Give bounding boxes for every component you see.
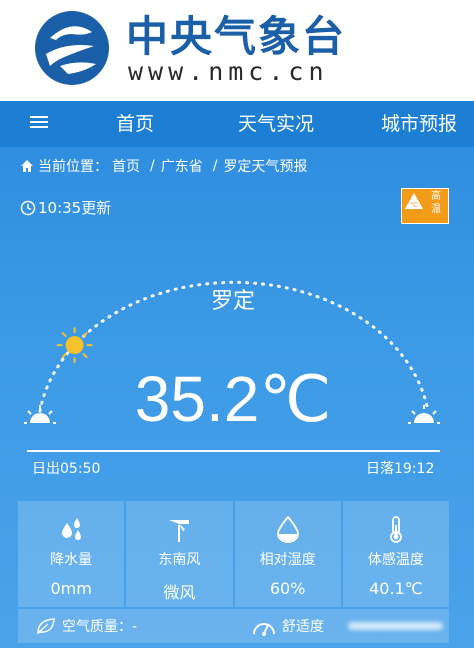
precipitation-card[interactable]: 降水量 0mm <box>18 501 125 607</box>
current-temperature: 35.2℃ <box>134 363 332 435</box>
gauge-icon <box>253 623 275 636</box>
horizon-line <box>27 450 440 452</box>
warning-label: 高温 <box>431 191 441 215</box>
site-name: 中央气象台 <box>126 12 347 61</box>
site-header: 中央气象台 www.nmc.cn <box>0 0 474 101</box>
heat-warning-badge[interactable]: ℃ 高温 <box>401 188 449 224</box>
card-label: 体感温度 <box>367 552 424 568</box>
windmill-icon <box>169 520 190 542</box>
bottom-info-bar: 空气质量：- 舒适度 <box>18 609 449 643</box>
site-url: www.nmc.cn <box>128 57 329 86</box>
comfort-index[interactable]: 舒适度 <box>252 616 324 636</box>
nav-observations[interactable]: 天气实况 <box>238 101 314 147</box>
raindrops-icon <box>62 518 82 540</box>
breadcrumb-home[interactable]: 首页 <box>112 156 140 176</box>
card-value: 0mm <box>50 579 92 598</box>
clock-icon <box>20 200 36 215</box>
breadcrumb-province[interactable]: 广东省 <box>161 156 203 176</box>
feels-like-card[interactable]: 体感温度 40.1℃ <box>342 501 449 607</box>
city-name: 罗定 <box>210 289 255 314</box>
card-label: 相对湿度 <box>259 552 316 568</box>
card-label: 东南风 <box>158 552 201 568</box>
breadcrumb-sep: / <box>150 158 155 174</box>
update-time-text: 10:35更新 <box>38 199 112 217</box>
humidity-drop-icon <box>276 515 299 543</box>
card-label: 降水量 <box>50 552 93 568</box>
sunrise-time: 日出05:50 <box>32 461 101 477</box>
breadcrumb-current: 罗定天气预报 <box>223 159 308 175</box>
nmc-logo-icon[interactable] <box>32 8 112 88</box>
hamburger-menu-icon[interactable] <box>30 113 52 135</box>
wind-card[interactable]: 东南风 微风 <box>126 501 233 607</box>
sun-icon <box>56 327 93 364</box>
weather-panel: 当前位置： 首页 / 广东省 / 罗定天气预报 10:35更新 ℃ 高温 罗定 … <box>0 147 474 648</box>
breadcrumb: 当前位置： 首页 / 广东省 / 罗定天气预报 <box>20 156 311 176</box>
leaf-icon <box>37 618 55 635</box>
breadcrumb-prefix: 当前位置： <box>38 159 108 175</box>
humidity-card[interactable]: 相对湿度 60% <box>234 501 341 607</box>
main-nav: 首页 天气实况 城市预报 <box>0 101 474 147</box>
thermometer-icon <box>389 516 402 543</box>
nav-home[interactable]: 首页 <box>116 101 154 147</box>
thermometer-warning-icon: ℃ <box>402 189 426 217</box>
breadcrumb-sep: / <box>212 158 218 174</box>
home-icon <box>21 160 33 172</box>
air-quality-text: 空气质量：- <box>62 619 138 635</box>
weather-cards: 降水量 0mm 东南风 微风 相对湿度 60% 体感温度 40.1℃ <box>18 501 449 607</box>
comfort-text: 舒适度 <box>282 619 324 635</box>
sunset-time: 日落19:12 <box>366 461 435 477</box>
card-value: 微风 <box>163 583 196 602</box>
comfort-value-blurred <box>348 622 443 630</box>
nav-city-forecast[interactable]: 城市预报 <box>381 101 457 147</box>
svg-text:℃: ℃ <box>410 201 418 209</box>
card-value: 60% <box>269 579 306 598</box>
update-time: 10:35更新 <box>20 197 111 218</box>
air-quality[interactable]: 空气质量：- <box>36 616 137 636</box>
card-value: 40.1℃ <box>369 579 423 598</box>
